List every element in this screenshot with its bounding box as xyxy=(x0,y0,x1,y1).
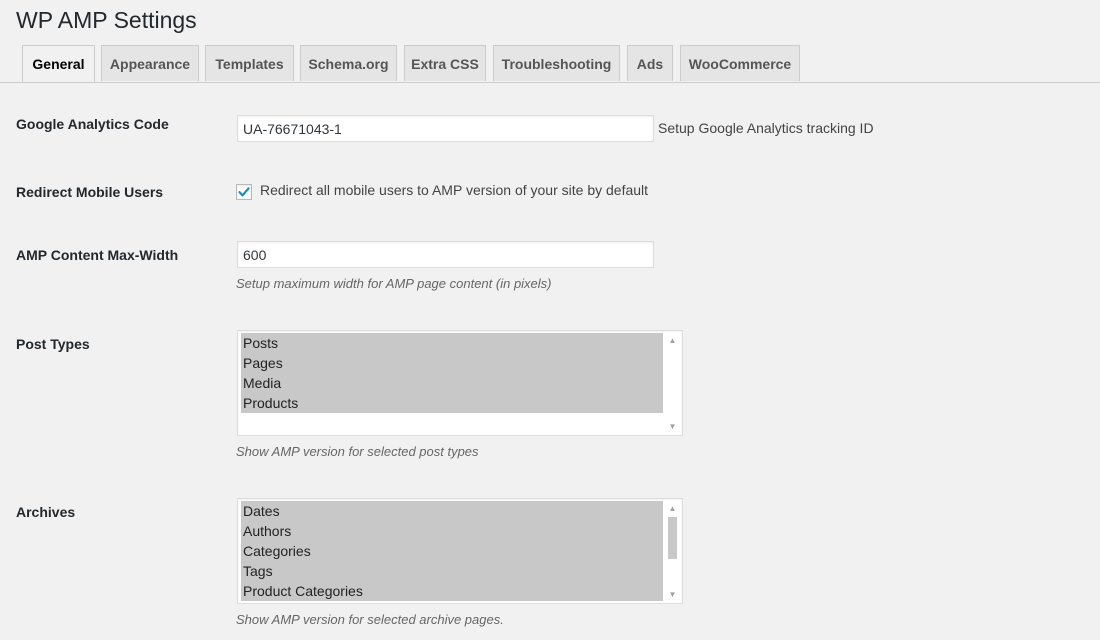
max-width-description: Setup maximum width for AMP page content… xyxy=(236,276,552,291)
post-types-description: Show AMP version for selected post types xyxy=(236,444,479,459)
tab-templates[interactable]: Templates xyxy=(205,45,294,81)
tab-extra-css[interactable]: Extra CSS xyxy=(404,45,486,81)
post-type-option-pages[interactable]: Pages xyxy=(241,353,663,373)
checkmark-icon xyxy=(238,187,250,197)
archives-description: Show AMP version for selected archive pa… xyxy=(236,612,504,627)
archive-option-tags[interactable]: Tags xyxy=(241,561,663,581)
tab-label: Troubleshooting xyxy=(501,55,612,72)
redirect-label: Redirect Mobile Users xyxy=(16,184,164,200)
tab-label: General xyxy=(32,55,85,72)
analytics-description: Setup Google Analytics tracking ID xyxy=(658,120,874,136)
tab-appearance[interactable]: Appearance xyxy=(101,45,199,81)
archive-option-authors[interactable]: Authors xyxy=(241,521,663,541)
tab-label: Extra CSS xyxy=(411,55,479,72)
tab-label: Schema.org xyxy=(308,55,389,72)
tab-label: Ads xyxy=(636,55,664,72)
post-type-option-media[interactable]: Media xyxy=(241,373,663,393)
arrow-down-icon[interactable]: ▼ xyxy=(664,587,681,601)
tab-woocommerce[interactable]: WooCommerce xyxy=(680,45,800,81)
tab-label: Templates xyxy=(215,55,284,72)
archives-label: Archives xyxy=(16,504,76,520)
max-width-label: AMP Content Max-Width xyxy=(16,247,179,263)
tab-schema-org[interactable]: Schema.org xyxy=(300,45,397,81)
tab-label: WooCommerce xyxy=(688,55,792,72)
tab-general[interactable]: General xyxy=(22,45,95,82)
archives-list: Dates Authors Categories Tags Product Ca… xyxy=(241,501,663,601)
post-types-scrollbar[interactable]: ▲ ▼ xyxy=(664,332,681,434)
archives-select[interactable]: Dates Authors Categories Tags Product Ca… xyxy=(237,498,683,604)
archive-option-categories[interactable]: Categories xyxy=(241,541,663,561)
tab-label: Appearance xyxy=(109,55,191,72)
analytics-label: Google Analytics Code xyxy=(16,116,169,132)
post-types-select[interactable]: Posts Pages Media Products ▲ ▼ xyxy=(237,330,683,436)
post-types-list: Posts Pages Media Products xyxy=(241,333,663,413)
archive-option-dates[interactable]: Dates xyxy=(241,501,663,521)
post-type-option-posts[interactable]: Posts xyxy=(241,333,663,353)
post-types-label: Post Types xyxy=(16,336,90,352)
redirect-checkbox-label[interactable]: Redirect all mobile users to AMP version… xyxy=(260,182,648,198)
analytics-code-input[interactable] xyxy=(237,115,654,142)
settings-tabs: General Appearance Templates Schema.org … xyxy=(0,45,1100,83)
tab-ads[interactable]: Ads xyxy=(627,45,673,81)
tab-troubleshooting[interactable]: Troubleshooting xyxy=(493,45,620,81)
arrow-up-icon[interactable]: ▲ xyxy=(664,501,681,515)
arrow-up-icon[interactable]: ▲ xyxy=(664,333,681,347)
archives-scrollbar[interactable]: ▲ ▼ xyxy=(664,500,681,602)
arrow-down-icon[interactable]: ▼ xyxy=(664,419,681,433)
page-title: WP AMP Settings xyxy=(16,7,197,33)
archive-option-product-categories[interactable]: Product Categories xyxy=(241,581,663,601)
archives-scroll-thumb[interactable] xyxy=(668,517,677,559)
post-type-option-products[interactable]: Products xyxy=(241,393,663,413)
redirect-checkbox[interactable] xyxy=(236,184,252,200)
max-width-input[interactable] xyxy=(237,241,654,268)
